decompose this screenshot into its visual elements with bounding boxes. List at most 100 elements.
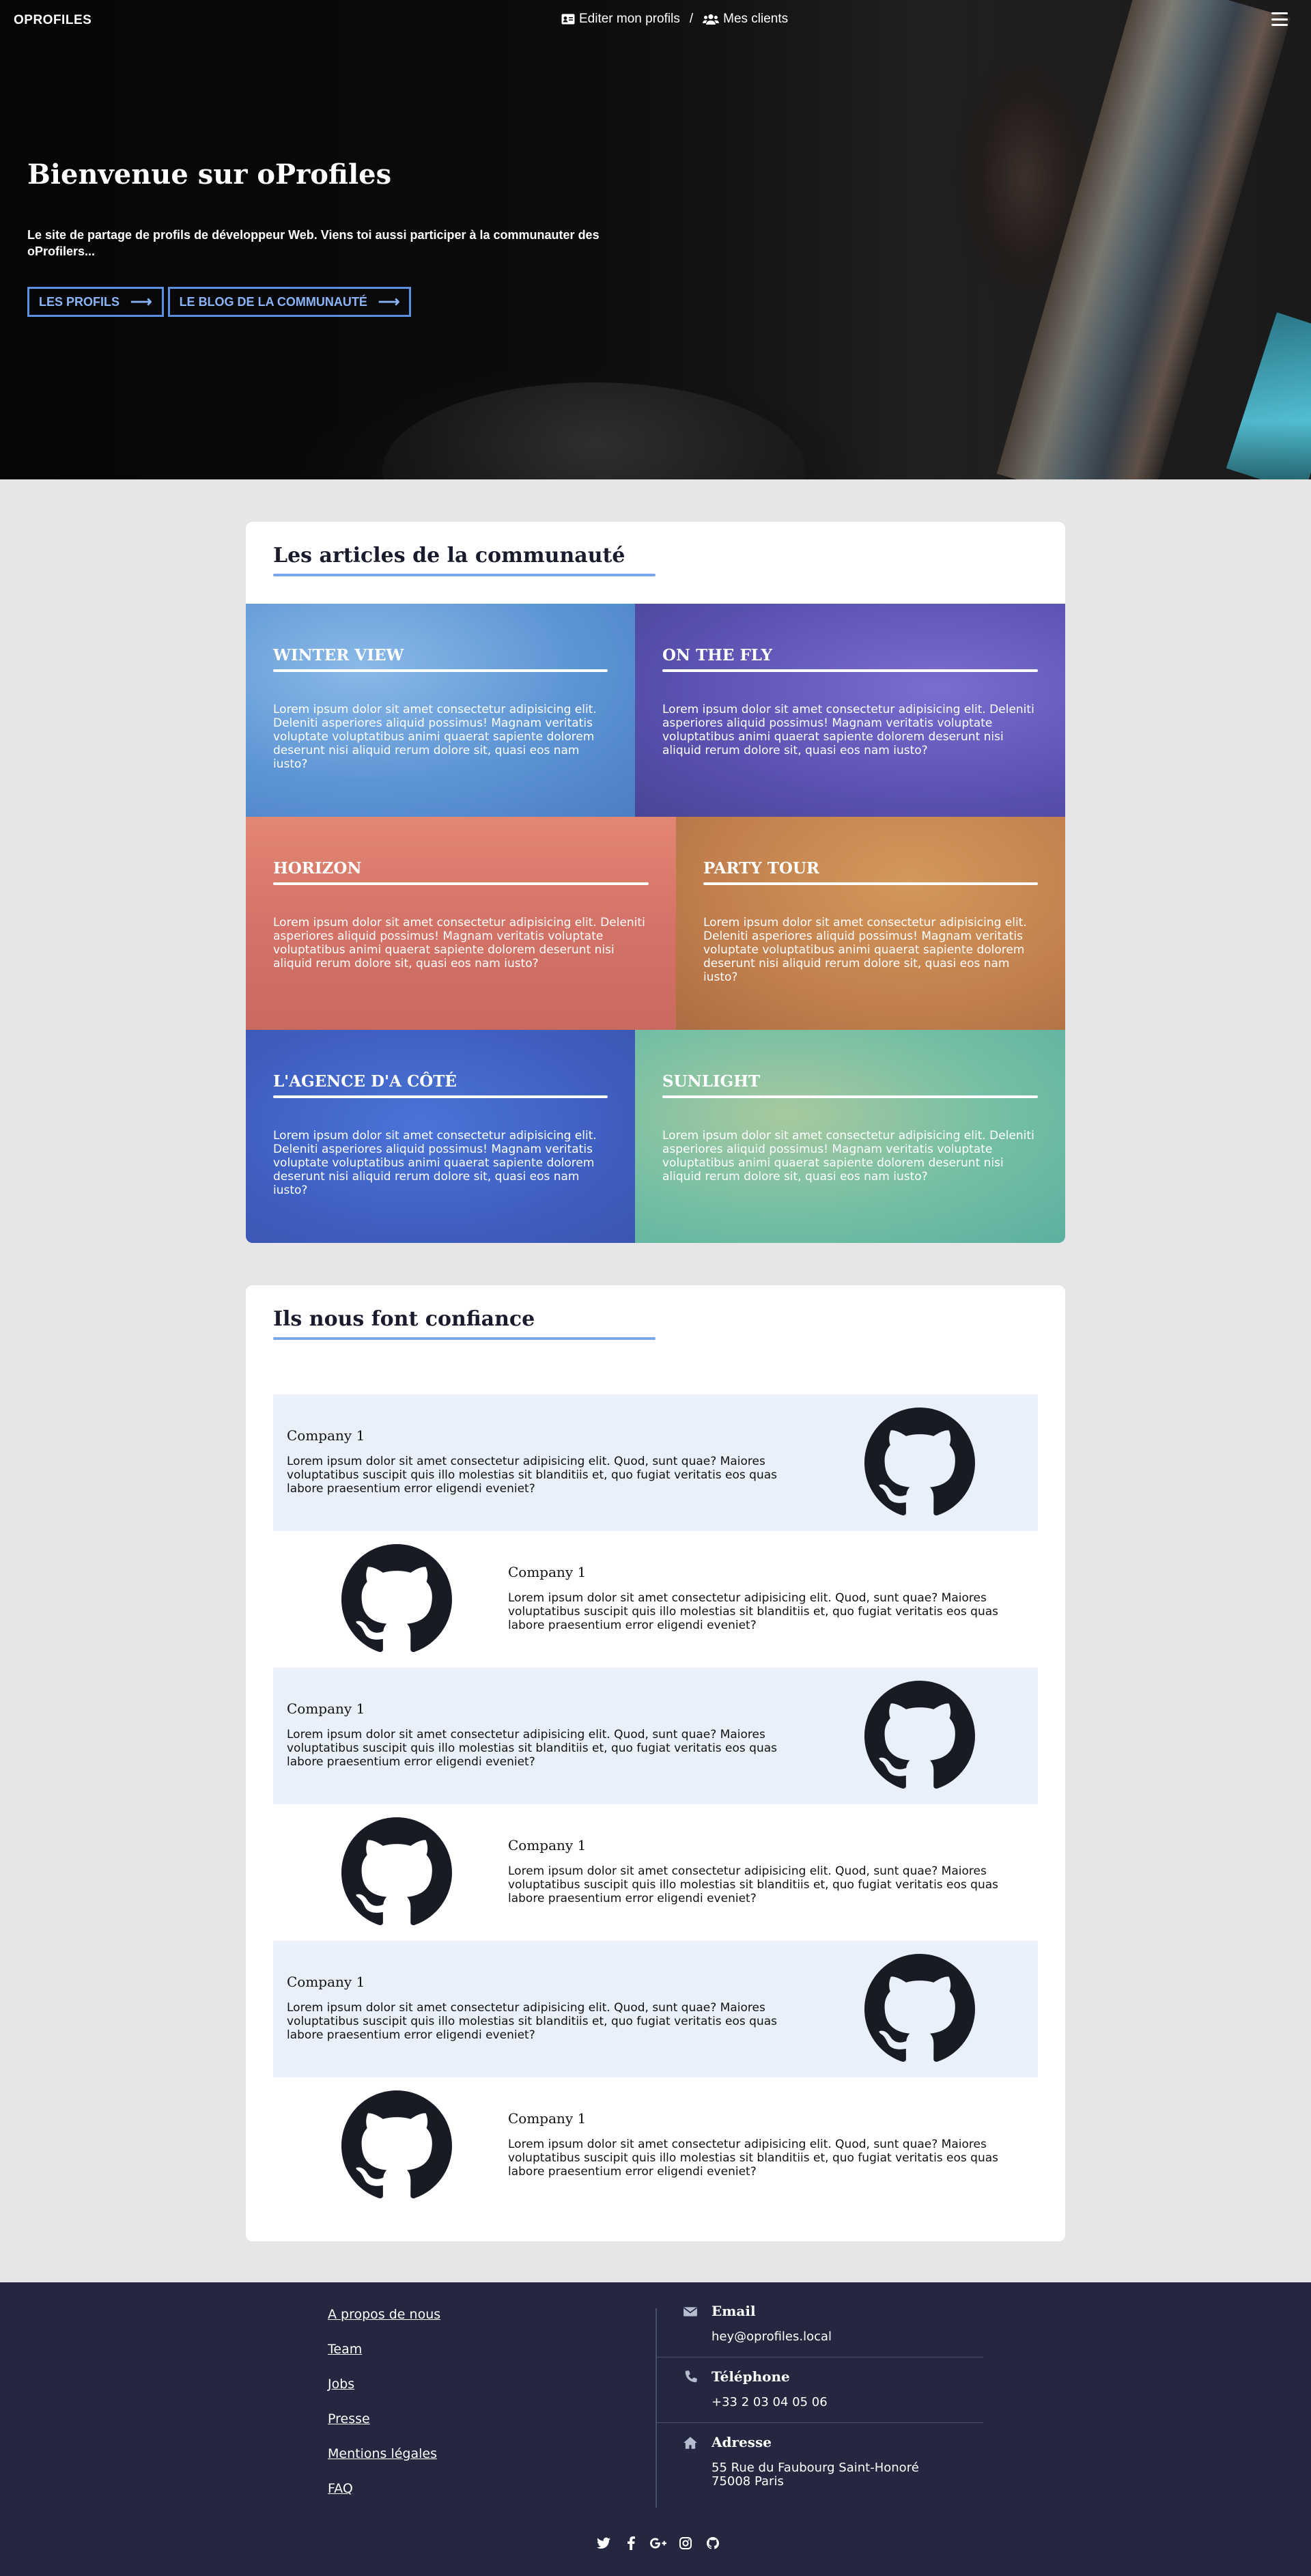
contact-label: Téléphone [711,2368,790,2385]
footer-link-faq[interactable]: FAQ [328,2481,440,2496]
article-text: Lorem ipsum dolor sit amet consectetur a… [273,916,645,970]
nav-link-edit-profile[interactable]: Editer mon profils [561,12,680,27]
footer-link-team[interactable]: Team [328,2342,440,2357]
article-tile[interactable]: WINTER VIEW Lorem ipsum dolor sit amet c… [246,604,635,817]
facebook-icon[interactable] [623,2535,639,2551]
client-name: Company 1 [287,1427,365,1444]
article-title-underline [273,882,649,885]
article-title: L'AGENCE D'A CÔTÉ [273,1072,457,1091]
client-description: Lorem ipsum dolor sit amet consectetur a… [287,1455,778,1496]
article-title: ON THE FLY [662,646,772,664]
client-row: Company 1 Lorem ipsum dolor sit amet con… [273,1395,1038,1531]
arrow-right-icon: ⟶ [130,293,152,310]
nav-links: Editer mon profils / Mes clients [561,12,788,27]
nav-link-label: Mes clients [723,12,789,26]
github-logo-icon[interactable] [864,1408,975,1518]
article-text: Lorem ipsum dolor sit amet consectetur a… [273,703,597,771]
footer-links: A propos de nous Team Jobs Presse Mentio… [328,2307,440,2496]
contact-phone: Téléphone +33 2 03 04 05 06 [657,2357,983,2423]
article-tile[interactable]: L'AGENCE D'A CÔTÉ Lorem ipsum dolor sit … [246,1030,635,1243]
arrow-right-icon: ⟶ [378,293,400,310]
contact-value[interactable]: hey@oprofiles.local [711,2330,832,2344]
envelope-icon [683,2307,697,2316]
github-logo-icon[interactable] [341,2090,452,2201]
articles-title: Les articles de la communauté [273,544,625,568]
hamburger-menu-icon[interactable] [1271,12,1288,26]
client-row: Company 1 Lorem ipsum dolor sit amet con… [273,1531,1038,1668]
nav-separator: / [689,12,694,26]
github-icon[interactable] [705,2535,721,2551]
github-logo-icon[interactable] [864,1954,975,2064]
article-tile[interactable]: ON THE FLY Lorem ipsum dolor sit amet co… [635,604,1065,817]
hero-buttons: LES PROFILS ⟶ LE BLOG DE LA COMMUNAUTÉ ⟶ [27,287,412,317]
client-row: Company 1 Lorem ipsum dolor sit amet con… [273,1804,1038,1941]
article-title-underline [273,1095,608,1098]
article-text: Lorem ipsum dolor sit amet consectetur a… [273,1129,597,1197]
community-blog-button[interactable]: LE BLOG DE LA COMMUNAUTÉ ⟶ [167,287,412,317]
article-title: WINTER VIEW [273,646,404,664]
footer-link-legal[interactable]: Mentions légales [328,2446,440,2461]
client-description: Lorem ipsum dolor sit amet consectetur a… [508,1864,999,1905]
button-label: LE BLOG DE LA COMMUNAUTÉ [179,294,367,309]
contact-label: Email [711,2303,756,2319]
nav-link-label: Editer mon profils [579,12,680,26]
google-plus-icon[interactable] [650,2535,666,2551]
article-title: SUNLIGHT [662,1072,761,1091]
client-name: Company 1 [287,1700,365,1717]
clients-title: Ils nous font confiance [273,1307,535,1331]
client-description: Lorem ipsum dolor sit amet consectetur a… [508,2138,999,2179]
article-tile[interactable]: PARTY TOUR Lorem ipsum dolor sit amet co… [676,817,1065,1030]
phone-icon [685,2370,697,2383]
client-description: Lorem ipsum dolor sit amet consectetur a… [287,1728,778,1769]
article-title: HORIZON [273,859,362,878]
contact-value: 55 Rue du Faubourg Saint-Honoré 75008 Pa… [711,2461,919,2489]
brand-logo[interactable]: OPROFILES [14,13,91,28]
article-tile[interactable]: SUNLIGHT Lorem ipsum dolor sit amet cons… [635,1030,1065,1243]
article-text: Lorem ipsum dolor sit amet consectetur a… [662,703,1034,757]
article-text: Lorem ipsum dolor sit amet consectetur a… [662,1129,1034,1184]
top-navigation: OPROFILES Editer mon profils / Mes clien… [0,0,1311,41]
article-text: Lorem ipsum dolor sit amet consectetur a… [703,916,1027,984]
articles-section: Les articles de la communauté WINTER VIE… [246,522,1065,1243]
hero-title: Bienvenue sur oProfiles [27,158,392,191]
instagram-icon[interactable] [677,2535,694,2551]
github-logo-icon[interactable] [341,1817,452,1928]
home-icon [683,2437,697,2449]
users-icon [703,14,720,25]
contact-label: Adresse [711,2434,772,2450]
nav-link-my-clients[interactable]: Mes clients [703,12,788,27]
article-title-underline [662,669,1038,672]
client-name: Company 1 [508,1564,587,1580]
twitter-icon[interactable] [595,2535,612,2551]
contact-value[interactable]: +33 2 03 04 05 06 [711,2396,828,2409]
footer-link-press[interactable]: Presse [328,2411,440,2426]
article-title-underline [273,669,608,672]
github-logo-icon[interactable] [864,1681,975,1791]
article-tile[interactable]: HORIZON Lorem ipsum dolor sit amet conse… [246,817,676,1030]
client-description: Lorem ipsum dolor sit amet consectetur a… [508,1591,999,1632]
button-label: LES PROFILS [39,294,120,309]
client-description: Lorem ipsum dolor sit amet consectetur a… [287,2001,778,2042]
client-row: Company 1 Lorem ipsum dolor sit amet con… [273,1668,1038,1804]
hero-description: Le site de partage de profils de dévelop… [27,228,600,258]
footer-link-jobs[interactable]: Jobs [328,2377,440,2392]
hero-section: OPROFILES Editer mon profils / Mes clien… [0,0,1311,479]
contact-address: Adresse 55 Rue du Faubourg Saint-Honoré … [657,2423,983,2505]
title-underline [273,574,656,576]
social-links [595,2535,721,2551]
contact-email: Email hey@oprofiles.local [657,2292,983,2357]
client-row: Company 1 Lorem ipsum dolor sit amet con… [273,2077,1038,2214]
title-underline [273,1337,656,1340]
article-title: PARTY TOUR [703,859,820,878]
site-footer: A propos de nous Team Jobs Presse Mentio… [0,2282,1311,2576]
client-name: Company 1 [508,2110,587,2127]
profiles-button[interactable]: LES PROFILS ⟶ [27,287,164,317]
github-logo-icon[interactable] [341,1544,452,1655]
client-name: Company 1 [287,1974,365,1990]
id-card-icon [561,14,575,25]
article-title-underline [662,1095,1038,1098]
clients-section: Ils nous font confiance Company 1 Lorem … [246,1285,1065,2241]
client-row: Company 1 Lorem ipsum dolor sit amet con… [273,1941,1038,2077]
client-name: Company 1 [508,1837,587,1853]
footer-link-about[interactable]: A propos de nous [328,2307,440,2322]
